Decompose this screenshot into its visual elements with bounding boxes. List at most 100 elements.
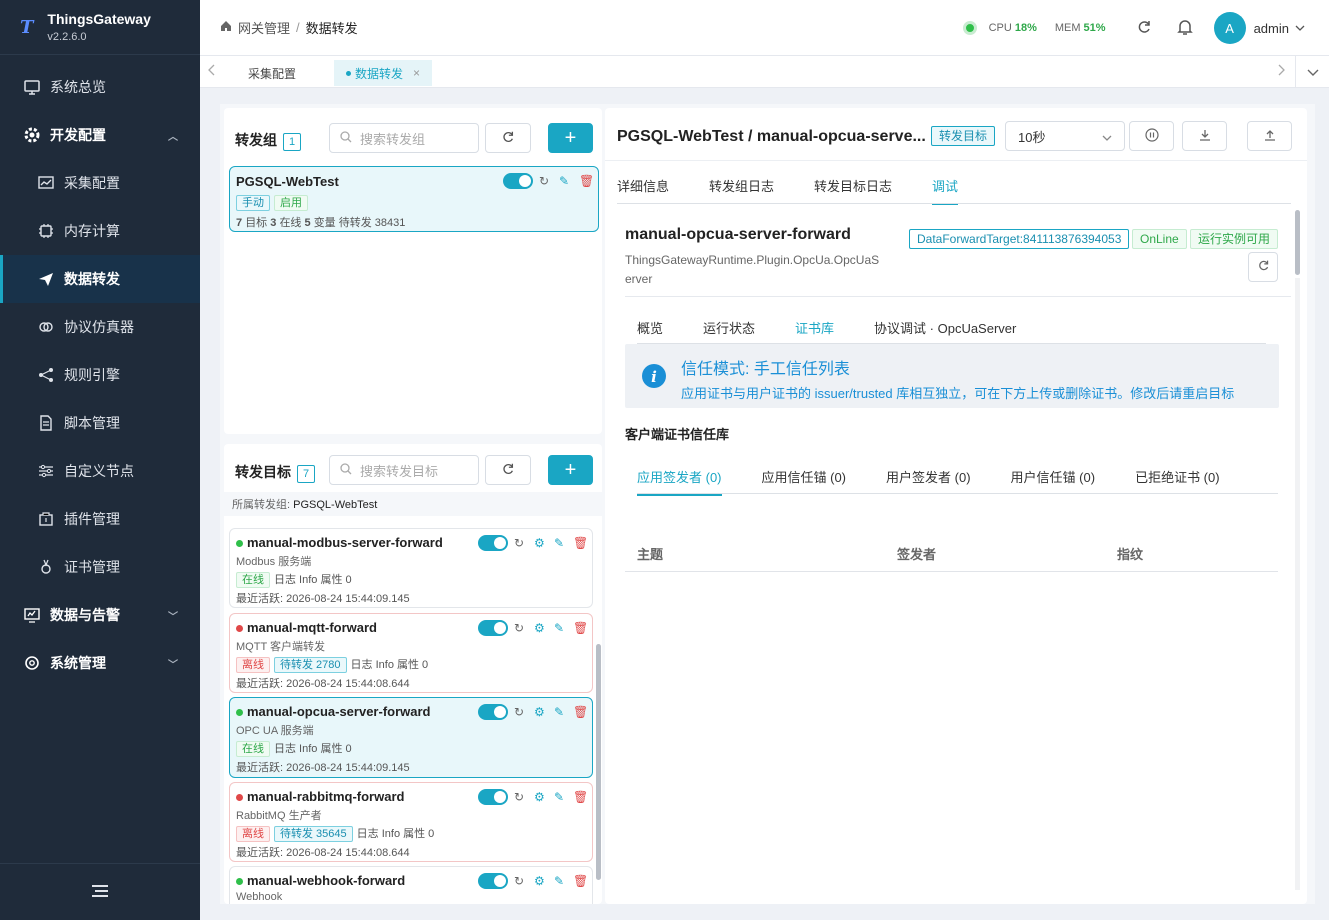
cpu-label: CPU (988, 22, 1012, 34)
target-card-2[interactable]: manual-opcua-server-forward ↻ ⚙ ✎ 🗑 OPC … (229, 697, 593, 778)
chevron-left-icon[interactable] (208, 64, 216, 79)
upload-icon (1263, 128, 1277, 145)
delete-icon[interactable]: 🗑 (579, 174, 594, 188)
online-label: 在线 (279, 217, 302, 229)
nav-item-overview[interactable]: 系统总览 (0, 63, 200, 111)
nav-item-rules[interactable]: 规则引擎 (0, 351, 200, 399)
target-enable-toggle[interactable] (478, 789, 508, 805)
refresh-icon[interactable]: ↻ (514, 705, 524, 719)
avatar[interactable]: A (1213, 12, 1246, 44)
group-filter-label: 所属转发组: (232, 499, 291, 511)
delete-icon[interactable]: 🗑 (573, 790, 588, 804)
collapse-sidebar-button[interactable] (0, 863, 200, 920)
edit-icon[interactable]: ✎ (554, 874, 564, 888)
target-title: manual-mqtt-forward (236, 620, 377, 635)
edit-icon[interactable]: ✎ (554, 621, 564, 635)
group-search-input[interactable]: 搜索转发组 (329, 123, 479, 153)
tabs-dropdown-icon[interactable] (1295, 56, 1329, 88)
pause-button[interactable] (1129, 121, 1174, 151)
target-add-button[interactable]: + (548, 455, 593, 485)
target-card-1[interactable]: manual-mqtt-forward ↻ ⚙ ✎ 🗑 MQTT 客户端转发 离… (229, 613, 593, 693)
nav-item-plugins[interactable]: 插件管理 (0, 495, 200, 543)
tab-details[interactable]: 详细信息 (617, 176, 669, 205)
cert-tab-app-trusted[interactable]: 应用信任锚 (0) (762, 467, 847, 496)
group-add-button[interactable]: + (548, 123, 593, 153)
target-enable-toggle[interactable] (478, 535, 508, 551)
target-search-input[interactable]: 搜索转发目标 (329, 455, 479, 485)
nav-item-simulator[interactable]: 协议仿真器 (0, 303, 200, 351)
nav-item-custom-nodes[interactable]: 自定义节点 (0, 447, 200, 495)
tab-forward[interactable]: 数据转发 × (334, 60, 433, 86)
cert-tab-app-issuers[interactable]: 应用签发者 (0) (637, 467, 722, 496)
target-card-3[interactable]: manual-rabbitmq-forward ↻ ⚙ ✎ 🗑 RabbitMQ… (229, 782, 593, 862)
target-refresh-button[interactable] (485, 455, 531, 485)
settings-icon[interactable]: ⚙ (534, 621, 545, 635)
bell-icon[interactable] (1176, 18, 1194, 39)
refresh-icon[interactable]: ↻ (514, 536, 524, 550)
mem-label: MEM (1054, 22, 1081, 34)
nav-item-data-alarm[interactable]: 数据与告警 ﹀ (0, 591, 200, 639)
tab-debug[interactable]: 调试 (932, 176, 959, 205)
group-refresh-button[interactable] (485, 123, 531, 153)
target-card-4[interactable]: manual-webhook-forward ↻ ⚙ ✎ 🗑 Webhook (229, 866, 593, 904)
nav-item-forward[interactable]: 数据转发 (0, 255, 200, 303)
group-tags: 手动 启用 (236, 194, 312, 211)
breadcrumb-root[interactable]: 网关管理 (238, 18, 290, 37)
refresh-icon[interactable]: ↻ (539, 174, 549, 188)
breadcrumb: 网关管理 / 数据转发 (220, 18, 358, 37)
edit-icon[interactable]: ✎ (554, 536, 564, 550)
tab-target-log[interactable]: 转发目标日志 (814, 176, 892, 205)
settings-icon[interactable]: ⚙ (534, 790, 545, 804)
interval-select[interactable]: 10秒 (1005, 121, 1125, 151)
tab-group-log[interactable]: 转发组日志 (709, 176, 774, 205)
target-enable-toggle[interactable] (478, 620, 508, 636)
home-icon[interactable] (220, 20, 232, 35)
delete-icon[interactable]: 🗑 (573, 705, 588, 719)
nav-item-dev-config[interactable]: 开发配置 ︿ (0, 111, 200, 159)
delete-icon[interactable]: 🗑 (573, 621, 588, 635)
refresh-icon[interactable]: ↻ (514, 874, 524, 888)
target-list-scrollbar[interactable] (596, 644, 601, 880)
nav-label: 脚本管理 (64, 415, 120, 431)
edit-icon[interactable]: ✎ (554, 705, 564, 719)
tab-collect[interactable]: 采集配置 (236, 60, 308, 86)
cert-tab-user-trusted[interactable]: 用户信任锚 (0) (1011, 467, 1096, 496)
col-thumbprint: 指纹 (1117, 547, 1144, 562)
detail-scrollbar[interactable] (1295, 210, 1300, 275)
status-dot (236, 540, 243, 548)
nav-item-collect[interactable]: 采集配置 (0, 159, 200, 207)
chevron-right-icon[interactable] (1277, 64, 1285, 79)
settings-icon[interactable]: ⚙ (534, 536, 545, 550)
upload-button[interactable] (1247, 121, 1292, 151)
group-mode-tag: 手动 (236, 195, 270, 211)
delete-icon[interactable]: 🗑 (573, 536, 588, 550)
target-refresh-button[interactable] (1248, 252, 1278, 282)
plugin-line-2: erver (625, 272, 653, 286)
user-name[interactable]: admin (1254, 21, 1289, 36)
refresh-icon[interactable]: ↻ (514, 790, 524, 804)
group-enable-toggle[interactable] (503, 173, 533, 189)
cert-tab-user-issuers[interactable]: 用户签发者 (0) (886, 467, 971, 496)
cert-tab-rejected[interactable]: 已拒绝证书 (0) (1135, 467, 1220, 496)
settings-icon[interactable]: ⚙ (534, 705, 545, 719)
edit-icon[interactable]: ✎ (559, 174, 569, 188)
target-enable-toggle[interactable] (478, 704, 508, 720)
edit-icon[interactable]: ✎ (554, 790, 564, 804)
group-card[interactable]: PGSQL-WebTest ↻ ✎ 🗑 手动 启用 7 目标 3 在线 5 变量 … (229, 166, 599, 232)
settings-icon[interactable]: ⚙ (534, 874, 545, 888)
refresh-icon[interactable] (1136, 19, 1152, 38)
chevron-down-icon[interactable] (1295, 22, 1305, 34)
target-enable-toggle[interactable] (478, 873, 508, 889)
download-button[interactable] (1182, 121, 1227, 151)
nav-item-scripts[interactable]: 脚本管理 (0, 399, 200, 447)
forward-workspace: 转发组 1 搜索转发组 + PGSQL-WebTest ↻ ✎ 🗑 手动启用 (220, 104, 1315, 904)
refresh-icon[interactable]: ↻ (514, 621, 524, 635)
group-filter-bar: 所属转发组: PGSQL-WebTest (224, 492, 602, 516)
target-card-0[interactable]: manual-modbus-server-forward ↻ ⚙ ✎ 🗑 Mod… (229, 528, 593, 608)
delete-icon[interactable]: 🗑 (573, 874, 588, 888)
divider (605, 160, 1307, 161)
nav-item-memory[interactable]: 内存计算 (0, 207, 200, 255)
nav-item-certs[interactable]: 证书管理 (0, 543, 200, 591)
nav-item-system[interactable]: 系统管理 ﹀ (0, 639, 200, 687)
close-icon[interactable]: × (413, 66, 420, 80)
